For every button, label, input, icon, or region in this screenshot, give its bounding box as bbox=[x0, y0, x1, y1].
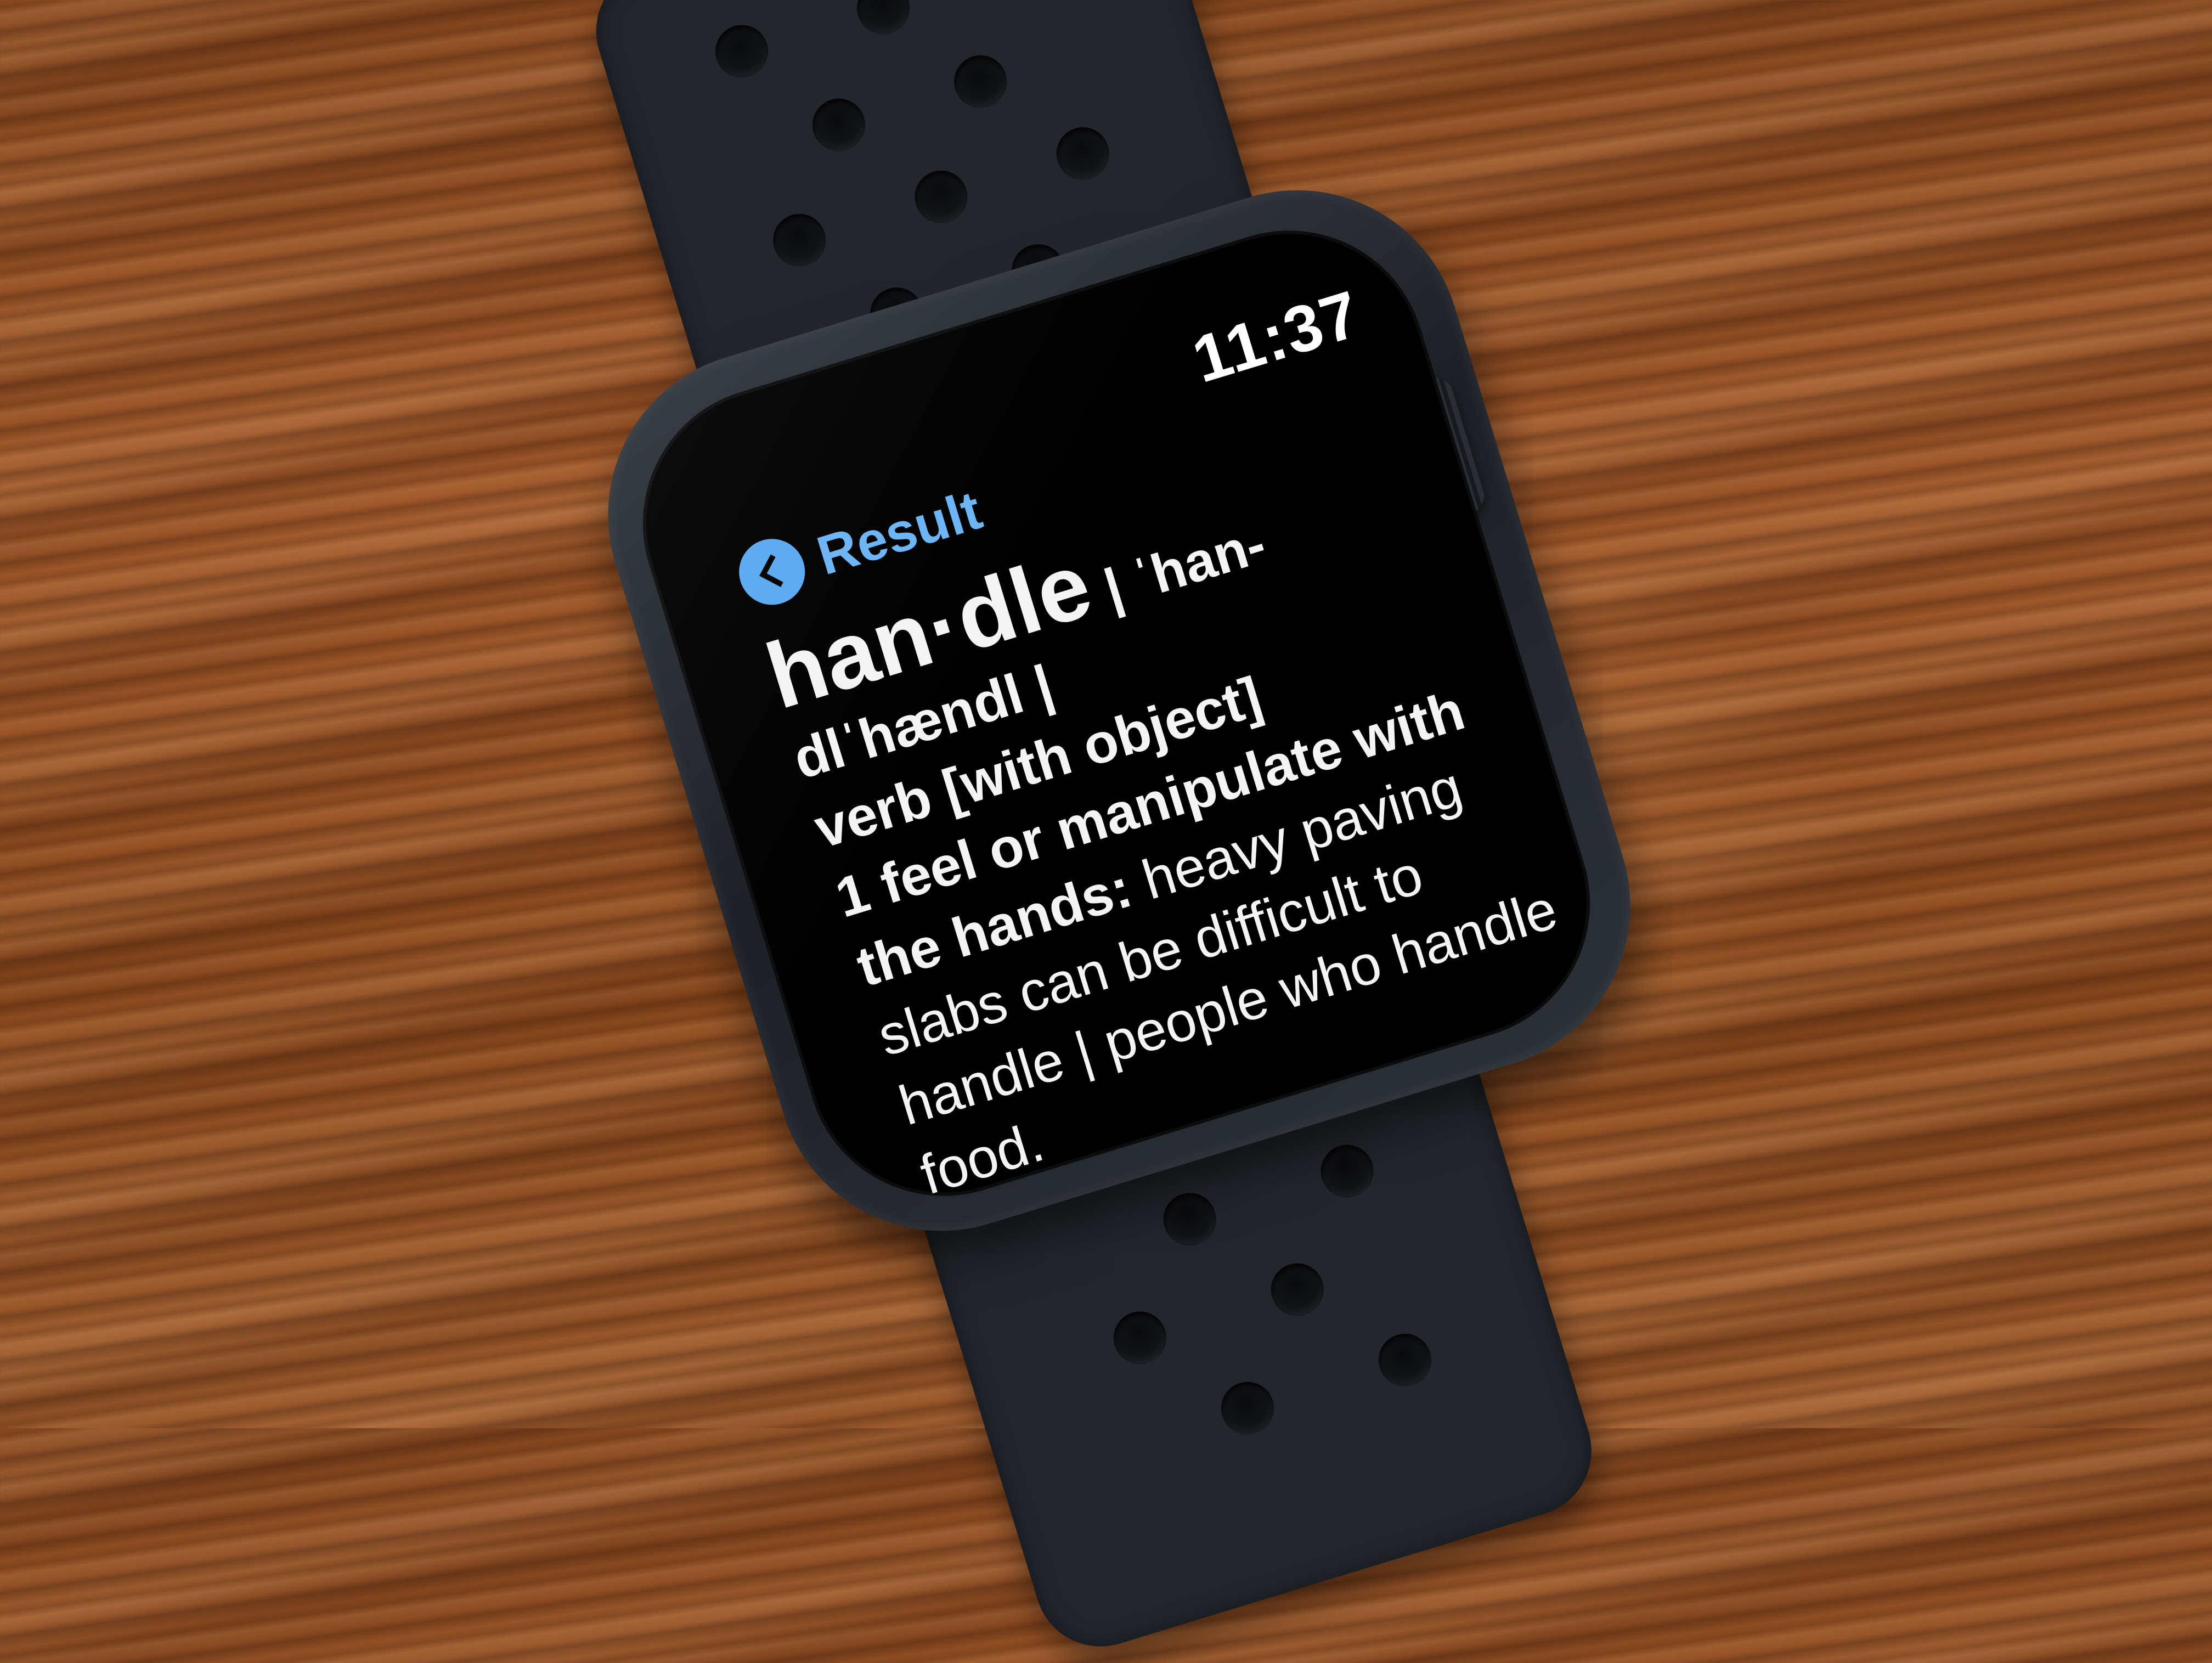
strap-hole bbox=[766, 207, 833, 273]
strap-hole bbox=[709, 18, 775, 84]
strap-hole bbox=[1372, 1327, 1438, 1393]
strap-hole bbox=[1156, 1186, 1223, 1253]
strap-hole bbox=[850, 0, 917, 41]
chevron-left-icon bbox=[731, 531, 814, 613]
clock-time: 11:37 bbox=[1184, 277, 1369, 397]
strap-hole bbox=[1107, 1305, 1173, 1371]
strap-hole bbox=[1215, 1375, 1280, 1441]
strap-hole bbox=[947, 48, 1014, 115]
strap-hole bbox=[908, 164, 974, 230]
strap-hole bbox=[1264, 1256, 1330, 1323]
strap-hole bbox=[1314, 1138, 1380, 1204]
strap-hole bbox=[806, 92, 872, 158]
strap-hole bbox=[1049, 121, 1116, 187]
